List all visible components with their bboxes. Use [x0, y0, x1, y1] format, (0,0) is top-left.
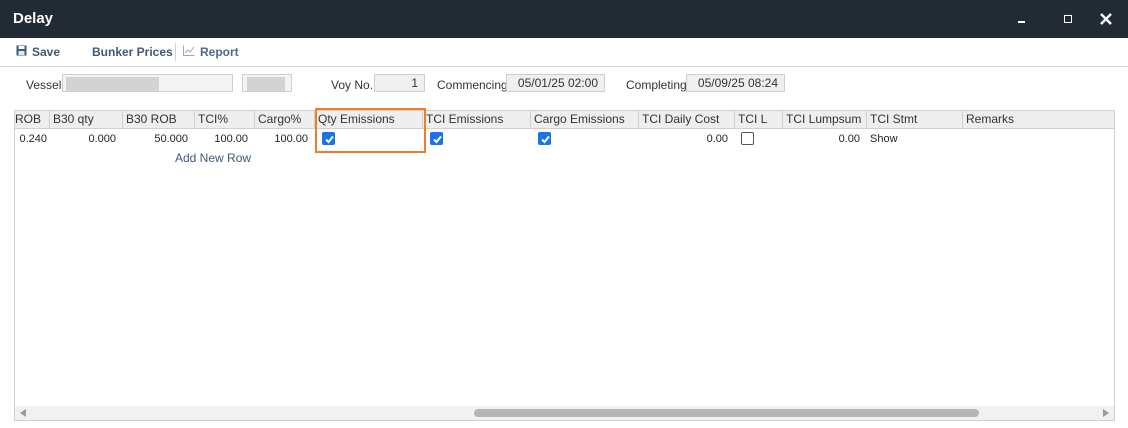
bunker-prices-button[interactable]: Bunker Prices — [92, 45, 173, 59]
cell-tci-daily-cost[interactable]: 0.00 — [639, 131, 728, 148]
column-header-rob[interactable]: ROB — [15, 111, 50, 128]
vessel-label: Vessel — [26, 78, 62, 92]
toolbar-divider — [175, 43, 176, 61]
column-header-tci-daily-cost[interactable]: TCI Daily Cost — [639, 111, 735, 128]
cell-rob[interactable]: 0.240 — [15, 131, 47, 148]
column-header-tci-emissions[interactable]: TCI Emissions — [423, 111, 531, 128]
commencing-field[interactable]: 05/01/25 02:00 — [506, 74, 605, 92]
grid-header: ROB B30 qty B30 ROB TCI% Cargo% Qty Emis… — [15, 111, 1114, 129]
cargo-emissions-checkbox[interactable] — [538, 132, 551, 145]
save-label: Save — [32, 45, 61, 59]
voyage-header: Vessel Voy No. 1 Commencing 05/01/25 02:… — [0, 74, 1128, 94]
column-header-cargo-pct[interactable]: Cargo% — [255, 111, 315, 128]
cell-b30-qty[interactable]: 0.000 — [50, 131, 116, 148]
delay-grid: ROB B30 qty B30 ROB TCI% Cargo% Qty Emis… — [14, 110, 1115, 421]
title-bar: Delay — [0, 0, 1128, 38]
column-header-tci-pct[interactable]: TCI% — [195, 111, 255, 128]
close-icon[interactable] — [1098, 11, 1114, 27]
column-header-tci-lumpsum[interactable]: TCI Lumpsum — [783, 111, 867, 128]
voy-no-field[interactable]: 1 — [374, 74, 425, 92]
minimize-icon[interactable] — [1014, 11, 1030, 27]
scroll-right-icon[interactable] — [1103, 409, 1109, 417]
tci-l-checkbox[interactable] — [741, 132, 754, 145]
column-header-tci-l[interactable]: TCI L — [735, 111, 783, 128]
vessel-code-field[interactable] — [242, 74, 292, 92]
chart-icon — [183, 45, 195, 59]
cell-tci-lumpsum[interactable]: 0.00 — [783, 131, 860, 148]
completing-label: Completing — [626, 78, 687, 92]
voy-no-label: Voy No. — [331, 78, 374, 92]
tci-emissions-checkbox[interactable] — [430, 132, 443, 145]
column-header-b30-qty[interactable]: B30 qty — [50, 111, 123, 128]
report-button[interactable]: Report — [183, 45, 239, 59]
save-icon — [16, 45, 27, 59]
column-header-remarks[interactable]: Remarks — [963, 111, 1114, 128]
column-header-qty-emissions[interactable]: Qty Emissions — [315, 111, 423, 128]
cell-cargo-pct[interactable]: 100.00 — [255, 131, 308, 148]
save-button[interactable]: Save — [16, 45, 60, 59]
cell-remarks[interactable] — [966, 131, 1106, 148]
add-new-row-link[interactable]: Add New Row — [175, 151, 251, 165]
commencing-label: Commencing — [437, 78, 508, 92]
horizontal-scrollbar[interactable] — [15, 406, 1114, 420]
column-header-cargo-emissions[interactable]: Cargo Emissions — [531, 111, 639, 128]
maximize-icon[interactable] — [1060, 11, 1076, 27]
qty-emissions-checkbox[interactable] — [322, 132, 335, 145]
toolbar: Save Bunker Prices Report — [0, 38, 1128, 67]
cell-tci-pct[interactable]: 100.00 — [195, 131, 248, 148]
scroll-left-icon[interactable] — [20, 409, 26, 417]
cell-tci-stmt[interactable]: Show — [870, 131, 930, 148]
redacted-vessel-code — [247, 77, 285, 91]
window-title: Delay — [13, 10, 54, 27]
redacted-vessel-name — [66, 77, 159, 91]
column-header-tci-stmt[interactable]: TCI Stmt — [867, 111, 963, 128]
scrollbar-thumb[interactable] — [474, 409, 979, 417]
completing-field[interactable]: 05/09/25 08:24 — [686, 74, 785, 92]
report-label: Report — [200, 45, 239, 59]
column-header-b30-rob[interactable]: B30 ROB — [123, 111, 195, 128]
vessel-field[interactable] — [62, 74, 233, 92]
cell-b30-rob[interactable]: 50.000 — [123, 131, 188, 148]
